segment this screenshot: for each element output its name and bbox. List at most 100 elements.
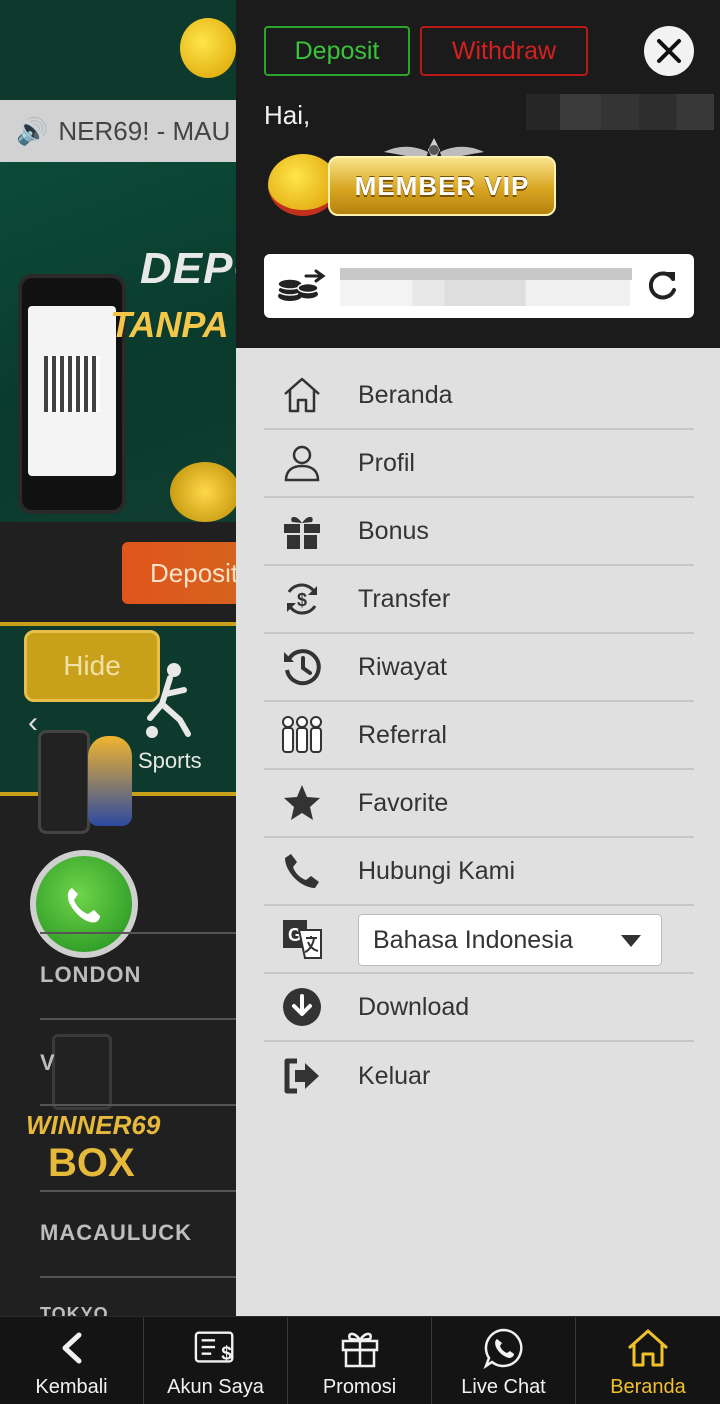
page-deposit-button[interactable]: Deposit bbox=[122, 542, 236, 604]
history-icon bbox=[280, 645, 324, 689]
menu-item-language: G Bahasa Indonesia bbox=[264, 906, 694, 974]
drawer-menu: Beranda Profil Bonus $ Transfer Riwayat … bbox=[264, 362, 694, 1110]
close-icon bbox=[657, 39, 681, 63]
background-page: 🔊 NER69! - MAU DEPO TANPA Deposit Hide ‹… bbox=[0, 0, 236, 1316]
nav-promosi[interactable]: Promosi bbox=[288, 1317, 432, 1404]
market-v[interactable]: V bbox=[40, 1050, 56, 1076]
phone-handset-icon bbox=[67, 888, 100, 923]
speaker-icon: 🔊 bbox=[16, 115, 49, 146]
language-select[interactable]: Bahasa Indonesia bbox=[358, 914, 662, 966]
chevron-left-icon[interactable]: ‹ bbox=[28, 706, 38, 740]
winner69-box-logo: WINNER69 BOX bbox=[26, 1110, 161, 1186]
account-icon: $ bbox=[194, 1326, 238, 1370]
coins-image bbox=[170, 462, 236, 522]
banner-title: DEPO bbox=[140, 244, 236, 293]
marquee-text: NER69! - MAU bbox=[58, 115, 231, 146]
mascot-image bbox=[180, 18, 236, 78]
menu-label: Referral bbox=[358, 720, 447, 749]
transfer-icon: $ bbox=[280, 577, 324, 621]
qr-code-image bbox=[44, 356, 100, 412]
promo-gift-icon bbox=[338, 1326, 382, 1370]
user-icon bbox=[280, 441, 324, 485]
nav-label: Kembali bbox=[35, 1376, 108, 1398]
nav-label: Beranda bbox=[610, 1376, 686, 1398]
list-divider bbox=[40, 1276, 236, 1278]
username-redacted bbox=[526, 94, 714, 130]
market-macauluck[interactable]: MACAULUCK bbox=[40, 1220, 192, 1246]
nav-akun-saya[interactable]: $ Akun Saya bbox=[144, 1317, 288, 1404]
menu-label: Riwayat bbox=[358, 652, 447, 681]
home-icon bbox=[280, 373, 324, 417]
market-london[interactable]: LONDON bbox=[40, 962, 141, 988]
list-divider bbox=[40, 1018, 236, 1020]
list-divider bbox=[40, 1104, 236, 1106]
member-vip-badge: MEMBER VIP bbox=[266, 134, 566, 224]
home-icon bbox=[626, 1326, 670, 1370]
back-icon bbox=[50, 1326, 94, 1370]
menu-label: Keluar bbox=[358, 1061, 431, 1090]
logo-line-2: BOX bbox=[48, 1141, 135, 1185]
greeting-text: Hai, bbox=[264, 100, 311, 130]
soccer-player-icon bbox=[146, 663, 191, 738]
logout-icon bbox=[280, 1054, 324, 1098]
phone-icon bbox=[280, 849, 324, 893]
menu-label: Beranda bbox=[358, 380, 453, 409]
nav-kembali[interactable]: Kembali bbox=[0, 1317, 144, 1404]
announcement-marquee: 🔊 NER69! - MAU bbox=[0, 100, 236, 162]
background-header bbox=[0, 0, 236, 100]
side-drawer: Deposit Withdraw Hai, MEMBER VIP Beranda… bbox=[236, 0, 720, 1316]
menu-label: Download bbox=[358, 992, 470, 1021]
banner-subtitle: TANPA bbox=[110, 304, 229, 345]
menu-item-hubungi-kami[interactable]: Hubungi Kami bbox=[264, 838, 694, 906]
deposit-button[interactable]: Deposit bbox=[264, 26, 410, 76]
language-select-value: Bahasa Indonesia bbox=[373, 925, 574, 954]
menu-item-transfer[interactable]: $ Transfer bbox=[264, 566, 694, 634]
svg-text:$: $ bbox=[297, 590, 307, 610]
star-icon bbox=[280, 781, 324, 825]
promo-banner[interactable]: DEPO TANPA bbox=[0, 162, 236, 522]
nav-beranda[interactable]: Beranda bbox=[576, 1317, 720, 1404]
menu-label: Hubungi Kami bbox=[358, 856, 516, 885]
list-divider bbox=[40, 932, 236, 934]
referral-icon bbox=[280, 713, 324, 757]
character-image bbox=[88, 736, 132, 826]
nav-live-chat[interactable]: Live Chat bbox=[432, 1317, 576, 1404]
menu-item-beranda[interactable]: Beranda bbox=[264, 362, 694, 430]
list-divider bbox=[40, 1190, 236, 1192]
balance-redacted-2 bbox=[340, 280, 630, 306]
vip-badge-label: MEMBER VIP bbox=[328, 156, 556, 216]
chevron-down-icon bbox=[621, 935, 641, 947]
menu-label: Profil bbox=[358, 448, 415, 477]
menu-item-favorite[interactable]: Favorite bbox=[264, 770, 694, 838]
refresh-icon[interactable] bbox=[644, 268, 680, 304]
svg-text:$: $ bbox=[221, 1343, 232, 1364]
menu-item-download[interactable]: Download bbox=[264, 974, 694, 1042]
withdraw-button[interactable]: Withdraw bbox=[420, 26, 588, 76]
logo-line-1: WINNER69 bbox=[26, 1110, 161, 1140]
menu-label: Transfer bbox=[358, 584, 451, 613]
close-button[interactable] bbox=[644, 26, 694, 76]
bottom-navigation: Kembali $ Akun Saya Promosi Live Chat Be… bbox=[0, 1316, 720, 1404]
balance-box bbox=[264, 254, 694, 318]
whatsapp-icon bbox=[482, 1326, 526, 1370]
sports-label: Sports bbox=[138, 748, 202, 773]
app-phone-image bbox=[38, 730, 90, 834]
menu-item-keluar[interactable]: Keluar bbox=[264, 1042, 694, 1110]
nav-label: Promosi bbox=[322, 1376, 397, 1398]
menu-label: Favorite bbox=[358, 788, 449, 817]
app-root: 🔊 NER69! - MAU DEPO TANPA Deposit Hide ‹… bbox=[0, 0, 720, 1404]
drawer-header: Deposit Withdraw Hai, MEMBER VIP bbox=[236, 0, 720, 348]
whatsapp-float-icon[interactable] bbox=[30, 850, 138, 958]
coins-transfer-icon bbox=[277, 269, 326, 301]
menu-item-referral[interactable]: Referral bbox=[264, 702, 694, 770]
app-phone-image-2 bbox=[52, 1034, 112, 1110]
download-icon bbox=[280, 985, 324, 1029]
balance-redacted bbox=[340, 268, 632, 280]
market-tokyo[interactable]: TOKYO bbox=[40, 1304, 109, 1316]
menu-item-profil[interactable]: Profil bbox=[264, 430, 694, 498]
menu-label: Bonus bbox=[358, 516, 429, 545]
nav-label: Akun Saya bbox=[167, 1376, 264, 1398]
menu-item-riwayat[interactable]: Riwayat bbox=[264, 634, 694, 702]
menu-item-bonus[interactable]: Bonus bbox=[264, 498, 694, 566]
nav-label: Live Chat bbox=[461, 1376, 546, 1398]
